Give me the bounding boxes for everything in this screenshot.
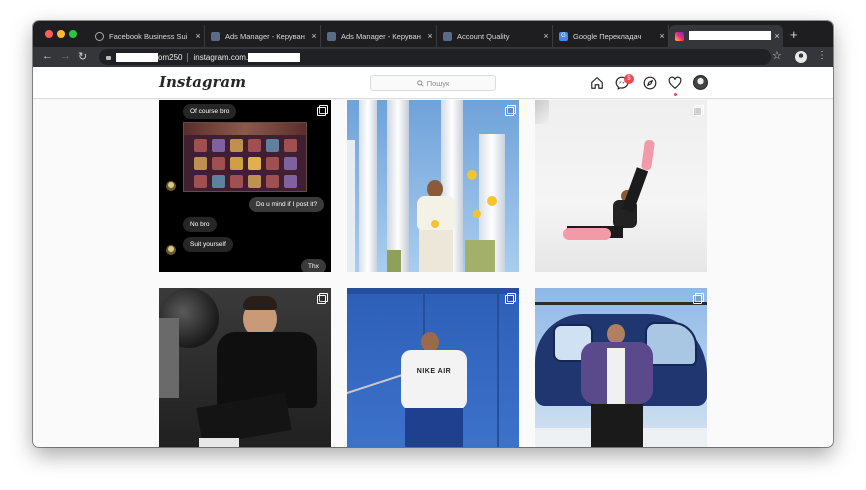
- url-separator: [187, 52, 189, 62]
- activity-dot: [674, 93, 677, 96]
- instagram-header: Instagram Пошук 5: [33, 67, 833, 99]
- tab-facebook-business[interactable]: Facebook Business Sui ×: [89, 25, 205, 47]
- zoom-window-button[interactable]: [69, 30, 77, 38]
- account-quality-icon: [443, 31, 452, 41]
- menu-kebab-icon[interactable]: ⋮: [817, 50, 827, 61]
- url-redaction: [248, 52, 301, 62]
- shirt-print: NIKE AIR: [416, 368, 452, 375]
- tab-title: Google Перекладач: [573, 31, 642, 41]
- chat-bubble: Of course bro: [183, 104, 237, 119]
- post-photo-car[interactable]: [159, 288, 331, 447]
- url-prefix-text: om250: [158, 52, 183, 62]
- post-photo-blue-wall[interactable]: NIKE AIR: [347, 288, 519, 447]
- browser-window: Facebook Business Sui × Ads Manager - Ке…: [33, 21, 833, 447]
- chat-bubble: Suit yourself: [183, 237, 233, 252]
- back-arrow-icon[interactable]: ←: [42, 50, 53, 62]
- post-photo-columns[interactable]: [347, 100, 519, 272]
- home-icon[interactable]: [590, 76, 604, 90]
- search-placeholder: Пошук: [426, 78, 450, 88]
- sender-avatar: [166, 245, 176, 255]
- tab-title: Account Quality: [457, 31, 510, 41]
- close-window-button[interactable]: [45, 30, 53, 38]
- lock-icon: [106, 56, 111, 60]
- slot-game-image: [183, 122, 307, 192]
- tab-account-quality[interactable]: Account Quality ×: [437, 25, 553, 47]
- sender-avatar: [166, 181, 176, 191]
- tab-bar: Facebook Business Sui × Ads Manager - Ке…: [33, 21, 833, 47]
- tab-ads-manager-2[interactable]: Ads Manager - Керуван ×: [321, 25, 437, 47]
- forward-arrow-icon[interactable]: →: [60, 50, 71, 62]
- close-tab-icon[interactable]: ×: [192, 31, 204, 41]
- address-bar[interactable]: om250 instagram.com .: [99, 49, 771, 65]
- close-tab-icon[interactable]: ×: [656, 31, 668, 41]
- multiple-photos-icon: [505, 293, 516, 304]
- multiple-photos-icon: [505, 105, 516, 116]
- bookmark-star-icon[interactable]: ☆: [772, 49, 782, 62]
- model-figure: [579, 324, 655, 447]
- tab-title: Ads Manager - Керуван: [225, 31, 305, 41]
- multiple-photos-icon: [693, 293, 704, 304]
- explore-compass-icon[interactable]: [643, 76, 657, 90]
- tab-ads-manager-1[interactable]: Ads Manager - Керуван ×: [205, 25, 321, 47]
- search-input[interactable]: Пошук: [370, 75, 496, 91]
- close-tab-icon[interactable]: ×: [424, 31, 436, 41]
- url-redaction: [116, 52, 158, 62]
- post-chat-screenshot[interactable]: Of course bro Do u mind if I post it? No…: [159, 100, 331, 272]
- ads-manager-icon: [211, 31, 220, 41]
- tab-instagram[interactable]: ×: [669, 25, 783, 47]
- tab-google-translate[interactable]: G Google Перекладач ×: [553, 25, 669, 47]
- multiple-photos-icon: [693, 105, 704, 116]
- close-tab-icon[interactable]: ×: [308, 31, 320, 41]
- minimize-window-button[interactable]: [57, 30, 65, 38]
- model-figure: [559, 138, 669, 248]
- post-photo-helicopter[interactable]: [535, 288, 707, 447]
- tab-title: Facebook Business Sui: [109, 31, 188, 41]
- facebook-business-icon: [95, 31, 104, 41]
- new-tab-button[interactable]: +: [790, 27, 798, 42]
- chat-bubble: Do u mind if I post it?: [249, 197, 325, 212]
- multiple-photos-icon: [317, 105, 328, 116]
- tab-title-redacted: [689, 30, 771, 42]
- ads-manager-icon: [327, 31, 336, 41]
- reload-icon[interactable]: ↻: [78, 50, 87, 63]
- profile-avatar[interactable]: [693, 75, 708, 90]
- tab-title: Ads Manager - Керуван: [341, 31, 421, 41]
- search-icon: [416, 79, 424, 87]
- close-tab-icon[interactable]: ×: [540, 31, 552, 41]
- model-figure: NIKE AIR: [397, 332, 473, 447]
- notification-badge: 5: [624, 74, 634, 84]
- chat-bubble: No bro: [183, 217, 217, 232]
- profile-icon[interactable]: [795, 51, 807, 63]
- close-tab-icon[interactable]: ×: [771, 31, 783, 41]
- chat-bubble: Thx: [301, 259, 326, 272]
- post-photo-white-wall[interactable]: [535, 100, 707, 272]
- instagram-logo[interactable]: Instagram: [159, 73, 246, 91]
- instagram-icon: [675, 31, 684, 41]
- activity-heart-icon[interactable]: [668, 76, 682, 90]
- model-figure: [196, 296, 331, 447]
- google-translate-icon: G: [559, 31, 568, 41]
- browser-toolbar: ← → ↻ om250 instagram.com . ☆ ⋮: [33, 47, 833, 67]
- url-domain-text: instagram.com: [193, 52, 246, 62]
- multiple-photos-icon: [317, 293, 328, 304]
